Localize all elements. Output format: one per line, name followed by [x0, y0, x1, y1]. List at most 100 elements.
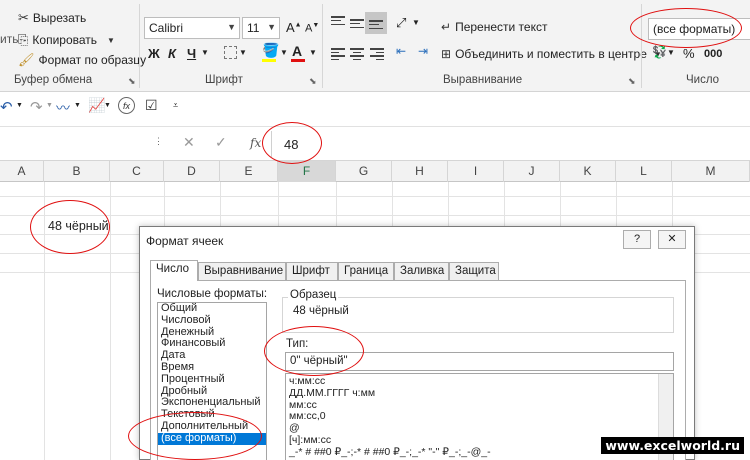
font-group-label: Шрифт	[205, 74, 243, 86]
name-box[interactable]	[0, 131, 130, 155]
format-painter-button[interactable]: 🖌 Формат по образцу	[18, 52, 146, 68]
annotation-circle	[630, 8, 742, 48]
font-size-value: 11	[247, 21, 260, 35]
column-header[interactable]: A	[0, 161, 44, 182]
comma-style-button[interactable]: 000	[704, 48, 722, 60]
sparkline-icon[interactable]: 〰	[56, 98, 70, 118]
tab-alignment[interactable]: Выравнивание	[198, 262, 286, 280]
chevron-down-icon[interactable]: ▼	[309, 48, 317, 57]
type-item[interactable]: @	[286, 422, 673, 435]
sample-label: Образец	[288, 289, 339, 301]
column-header[interactable]: H	[392, 161, 448, 182]
chevron-down-icon[interactable]: ▼	[280, 48, 288, 57]
column-header[interactable]: I	[448, 161, 504, 182]
gridline	[110, 182, 111, 460]
alignment-launcher-icon[interactable]: ⬊	[628, 76, 636, 87]
chevron-down-icon[interactable]: ▼	[201, 48, 209, 57]
ribbon: ить ✂ Вырезать ⎘ Копировать ▼ 🖌 Формат п…	[0, 0, 750, 92]
column-header[interactable]: E	[220, 161, 278, 182]
column-header[interactable]: M	[672, 161, 750, 182]
percent-button[interactable]: %	[683, 46, 695, 61]
number-group-label: Число	[686, 74, 720, 86]
customize-toolbar-icon[interactable]: ⩡	[173, 100, 178, 111]
chevron-down-icon[interactable]: ▼	[667, 48, 675, 57]
dialog-title: Формат ячеек	[146, 234, 224, 248]
grow-font-button[interactable]: A▲	[286, 20, 302, 35]
align-center-icon[interactable]	[350, 48, 364, 60]
merge-center-button[interactable]: ⊞ Объединить и поместить в центре ▼	[441, 47, 662, 61]
currency-icon[interactable]: 💱	[652, 45, 667, 59]
type-item[interactable]: ДД.ММ.ГГГГ ч:мм	[286, 387, 673, 400]
chevron-down-icon[interactable]: ▼	[104, 102, 111, 109]
bold-button[interactable]: Ж	[148, 46, 160, 61]
close-button[interactable]: ✕	[658, 230, 686, 249]
undo-icon[interactable]: ↶	[0, 98, 13, 116]
redo-icon[interactable]: ↷	[30, 98, 43, 116]
annotation-circle	[264, 326, 364, 376]
align-middle-icon[interactable]	[350, 19, 364, 28]
wrap-text-button[interactable]: ↵ Перенести текст	[441, 20, 547, 34]
font-color-swatch	[291, 59, 305, 62]
font-color-icon[interactable]: A	[292, 43, 302, 59]
chevron-down-icon: ▼	[107, 35, 115, 45]
copy-button[interactable]: ⎘ Копировать ▼	[18, 32, 115, 48]
merge-center-label: Объединить и поместить в центре	[455, 47, 647, 61]
chevron-down-icon[interactable]: ▼	[412, 18, 420, 27]
more-icon: ⋮	[154, 136, 163, 146]
chevron-down-icon[interactable]: ▼	[46, 102, 53, 109]
tab-protection[interactable]: Защита	[449, 262, 499, 280]
decrease-indent-icon[interactable]: ⇤	[396, 44, 406, 58]
cancel-icon[interactable]: ✕	[183, 134, 195, 151]
cut-button[interactable]: ✂ Вырезать	[18, 10, 86, 26]
wrap-text-label: Перенести текст	[455, 20, 548, 34]
formula-input[interactable]: 48	[271, 131, 750, 157]
increase-indent-icon[interactable]: ⇥	[418, 44, 428, 58]
column-header[interactable]: C	[110, 161, 164, 182]
chevron-down-icon[interactable]: ▼	[74, 102, 81, 109]
fill-color-icon[interactable]: 🪣	[262, 42, 279, 59]
tab-fill[interactable]: Заливка	[394, 262, 449, 280]
align-right-icon[interactable]	[370, 48, 384, 60]
tab-number[interactable]: Число	[150, 260, 198, 281]
formula-bar: ⋮ ✕ ✓ fx 48	[0, 126, 750, 160]
tab-border[interactable]: Граница	[338, 262, 394, 280]
help-button[interactable]: ?	[623, 230, 651, 249]
font-launcher-icon[interactable]: ⬊	[309, 76, 317, 87]
annotation-circle	[30, 200, 110, 254]
type-item[interactable]: мм:сс	[286, 399, 673, 412]
category-item[interactable]: Время	[158, 361, 266, 374]
copy-icon: ⎘	[18, 32, 29, 47]
column-header[interactable]: B	[44, 161, 110, 182]
category-item[interactable]: Процентный	[158, 373, 266, 386]
align-left-icon[interactable]	[331, 48, 345, 60]
font-name-combo[interactable]: Calibri ▼	[144, 17, 240, 39]
type-item[interactable]: мм:сс,0	[286, 411, 673, 423]
clipboard-launcher-icon[interactable]: ⬊	[128, 76, 136, 87]
chevron-down-icon[interactable]: ▼	[16, 102, 23, 109]
align-top-icon[interactable]	[331, 16, 345, 25]
column-header[interactable]: G	[336, 161, 392, 182]
italic-button[interactable]: К	[168, 46, 176, 61]
paste-button[interactable]: ить	[0, 32, 18, 46]
insert-function-icon[interactable]: fx	[250, 136, 261, 150]
enter-icon[interactable]: ✓	[215, 134, 227, 151]
tab-font[interactable]: Шрифт	[286, 262, 338, 280]
chart-icon[interactable]: 📈	[88, 97, 105, 114]
fill-color-swatch	[262, 59, 276, 62]
column-header[interactable]: K	[560, 161, 616, 182]
column-header[interactable]: F	[278, 161, 336, 182]
annotation-circle	[128, 412, 262, 460]
column-header[interactable]: L	[616, 161, 672, 182]
function-icon[interactable]: fx	[118, 97, 135, 114]
chevron-down-icon: ▼	[227, 22, 236, 32]
column-header[interactable]: D	[164, 161, 220, 182]
chevron-down-icon[interactable]: ▼	[239, 48, 247, 57]
shrink-font-button[interactable]: A▼	[305, 22, 319, 35]
underline-button[interactable]: Ч	[187, 46, 196, 61]
orientation-icon[interactable]: ⤢	[396, 15, 406, 31]
column-header[interactable]: J	[504, 161, 560, 182]
data-validation-icon[interactable]: ☑	[145, 97, 158, 114]
borders-icon[interactable]	[224, 46, 237, 59]
category-item[interactable]: Числовой	[158, 314, 266, 327]
font-size-combo[interactable]: 11 ▼	[242, 17, 280, 39]
